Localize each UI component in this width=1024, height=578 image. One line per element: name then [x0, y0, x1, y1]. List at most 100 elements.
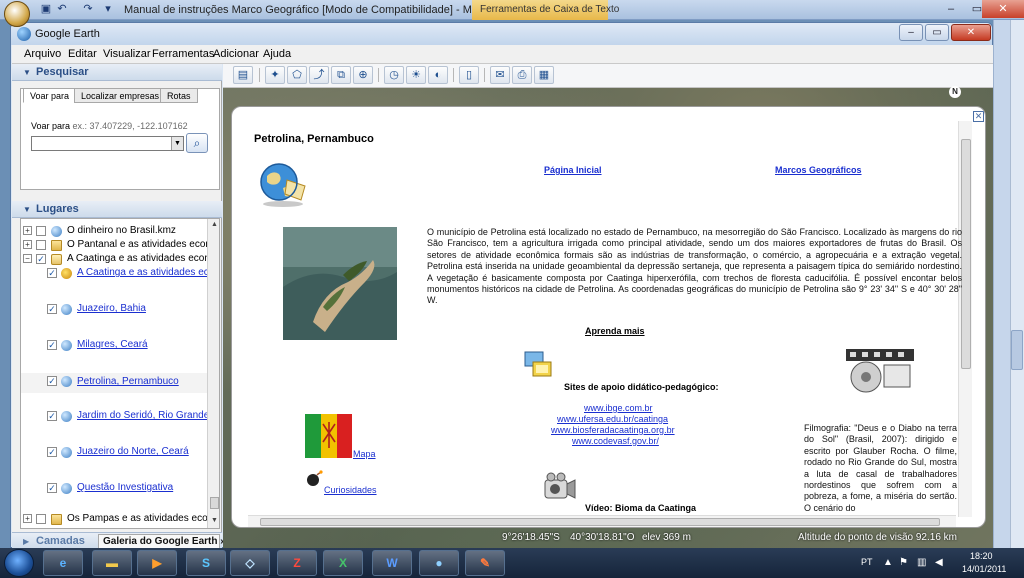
quick-access-dropdown-icon[interactable]: ▾: [102, 3, 114, 15]
home-page-link[interactable]: Página Inicial: [544, 165, 602, 175]
tab-directions[interactable]: Rotas: [160, 88, 198, 103]
tree-item[interactable]: ✓ Juazeiro do Norte, Ceará: [21, 445, 207, 459]
balloon-horizontal-scrollbar[interactable]: [248, 515, 956, 527]
word-close-button[interactable]: ✕: [982, 0, 1024, 18]
learn-more-link[interactable]: Aprenda mais: [585, 326, 645, 336]
sidebar-toggle-icon[interactable]: ▤: [233, 66, 253, 84]
earth-gallery-button[interactable]: Galeria do Google Earth »: [98, 534, 226, 549]
menu-ferramentas[interactable]: Ferramentas: [152, 48, 214, 60]
checkbox[interactable]: ✓: [47, 376, 57, 386]
tree-item-label[interactable]: Petrolina, Pernambuco: [77, 376, 179, 387]
places-scrollbar[interactable]: ▲ ▼: [207, 219, 219, 528]
language-indicator[interactable]: PT: [861, 557, 873, 567]
tree-item-selected[interactable]: ✓ Petrolina, Pernambuco: [21, 373, 207, 393]
internet-explorer-icon[interactable]: e: [43, 550, 83, 576]
tree-item[interactable]: − ✓ A Caatinga e as atividades econ...: [21, 252, 218, 266]
office-button[interactable]: [4, 1, 30, 27]
layers-panel-header[interactable]: ▶ Camadas Galeria do Google Earth »: [12, 532, 226, 549]
fly-to-input[interactable]: [31, 136, 184, 151]
menu-arquivo[interactable]: Arquivo: [24, 48, 61, 60]
ge-minimize-button[interactable]: –: [899, 24, 923, 41]
sunlight-icon[interactable]: ☀: [406, 66, 426, 84]
menu-visualizar[interactable]: Visualizar: [103, 48, 151, 60]
flag-icon[interactable]: ⚑: [899, 557, 908, 568]
ruler-icon[interactable]: ▯: [459, 66, 479, 84]
word-icon[interactable]: W: [372, 550, 412, 576]
show-hidden-icons-icon[interactable]: ▲: [883, 557, 893, 568]
filezilla-icon[interactable]: Z: [277, 550, 317, 576]
file-explorer-icon[interactable]: ▬: [92, 550, 132, 576]
add-polygon-icon[interactable]: ⬠: [287, 66, 307, 84]
checkbox[interactable]: ✓: [47, 304, 57, 314]
tree-item-label[interactable]: Milagres, Ceará: [77, 339, 148, 350]
tree-item[interactable]: ✓ Questão Investigativa: [21, 481, 207, 495]
checkbox[interactable]: ✓: [47, 411, 57, 421]
add-placemark-icon[interactable]: ✦: [265, 66, 285, 84]
checkbox[interactable]: [36, 226, 46, 236]
expand-icon[interactable]: +: [23, 226, 32, 235]
clock-date[interactable]: 14/01/2011: [962, 564, 1006, 574]
checkbox[interactable]: [36, 514, 46, 524]
scroll-up-icon[interactable]: ▲: [208, 219, 219, 231]
skype-icon[interactable]: S: [186, 550, 226, 576]
site-link-ufersa[interactable]: www.ufersa.edu.br/caatinga: [557, 414, 668, 424]
tree-item[interactable]: ✓ A Caatinga e as atividades econô: [21, 266, 219, 280]
balloon-vertical-scrollbar[interactable]: [958, 121, 972, 517]
checkbox[interactable]: [36, 240, 46, 250]
ge-maximize-button[interactable]: ▭: [925, 24, 949, 41]
tree-item[interactable]: ✓ Jardim do Seridó, Rio Grande do: [21, 409, 219, 423]
scrollbar-thumb[interactable]: [260, 518, 940, 526]
undo-icon[interactable]: ↶: [56, 3, 68, 15]
textbox-tools-tab[interactable]: Ferramentas de Caixa de Texto: [472, 0, 619, 20]
tree-item-label[interactable]: Jardim do Seridó, Rio Grande do: [77, 410, 219, 421]
word-scrollbar[interactable]: [1010, 20, 1024, 548]
tree-item-label[interactable]: Questão Investigativa: [77, 482, 173, 493]
start-button[interactable]: [4, 549, 34, 577]
checkbox[interactable]: ✓: [47, 340, 57, 350]
add-path-icon[interactable]: ⤴: [309, 66, 329, 84]
collapse-icon[interactable]: −: [23, 254, 32, 263]
collapse-arrow-icon[interactable]: ▼: [23, 205, 31, 214]
north-indicator-icon[interactable]: N: [949, 86, 961, 98]
planets-icon[interactable]: ◐: [428, 66, 448, 84]
scrollbar-thumb[interactable]: [210, 497, 219, 509]
print-icon[interactable]: ⎙: [512, 66, 532, 84]
expand-icon[interactable]: +: [23, 240, 32, 249]
save-icon[interactable]: ▣: [40, 3, 52, 15]
search-go-button[interactable]: ⌕: [186, 133, 208, 153]
email-icon[interactable]: ✉: [490, 66, 510, 84]
fly-to-dropdown-icon[interactable]: ▼: [171, 137, 183, 150]
tree-item-label[interactable]: Juazeiro, Bahia: [77, 303, 146, 314]
windows-app-icon[interactable]: ◇: [230, 550, 270, 576]
redo-icon[interactable]: ↷: [82, 3, 94, 15]
search-panel-header[interactable]: ▼ Pesquisar: [12, 64, 222, 81]
add-overlay-icon[interactable]: ⧉: [331, 66, 351, 84]
site-link-codevasf[interactable]: www.codevasf.gov.br/: [572, 436, 659, 446]
excel-icon[interactable]: X: [323, 550, 363, 576]
historical-imagery-icon[interactable]: ◷: [384, 66, 404, 84]
view-in-maps-icon[interactable]: ▦: [534, 66, 554, 84]
geographic-markers-link[interactable]: Marcos Geográficos: [775, 165, 862, 175]
map-link[interactable]: Mapa: [353, 449, 376, 459]
tree-item[interactable]: + O Pantanal e as atividades econ...: [21, 238, 219, 252]
checkbox[interactable]: ✓: [47, 483, 57, 493]
checkbox[interactable]: ✓: [36, 254, 46, 264]
paint-icon[interactable]: ✎: [465, 550, 505, 576]
tree-item-label[interactable]: A Caatinga e as atividades econô: [77, 267, 219, 278]
volume-icon[interactable]: ◀: [935, 557, 943, 568]
record-tour-icon[interactable]: ⊕: [353, 66, 373, 84]
balloon-close-button[interactable]: ✕: [973, 111, 984, 122]
checkbox[interactable]: ✓: [47, 268, 57, 278]
menu-editar[interactable]: Editar: [68, 48, 97, 60]
site-link-biosfera[interactable]: www.biosferadacaatinga.org.br: [551, 425, 675, 435]
menu-adicionar[interactable]: Adicionar: [213, 48, 259, 60]
media-player-icon[interactable]: ▶: [137, 550, 177, 576]
curiosities-link[interactable]: Curiosidades: [324, 485, 377, 495]
tree-item-label[interactable]: Juazeiro do Norte, Ceará: [77, 446, 189, 457]
scroll-down-icon[interactable]: ▼: [208, 515, 219, 527]
tree-item[interactable]: ✓ Juazeiro, Bahia: [21, 302, 207, 316]
collapse-arrow-icon[interactable]: ▼: [23, 68, 31, 77]
checkbox[interactable]: ✓: [47, 447, 57, 457]
ge-close-button[interactable]: ✕: [951, 24, 991, 41]
word-scrollbar-thumb[interactable]: [1011, 330, 1023, 370]
